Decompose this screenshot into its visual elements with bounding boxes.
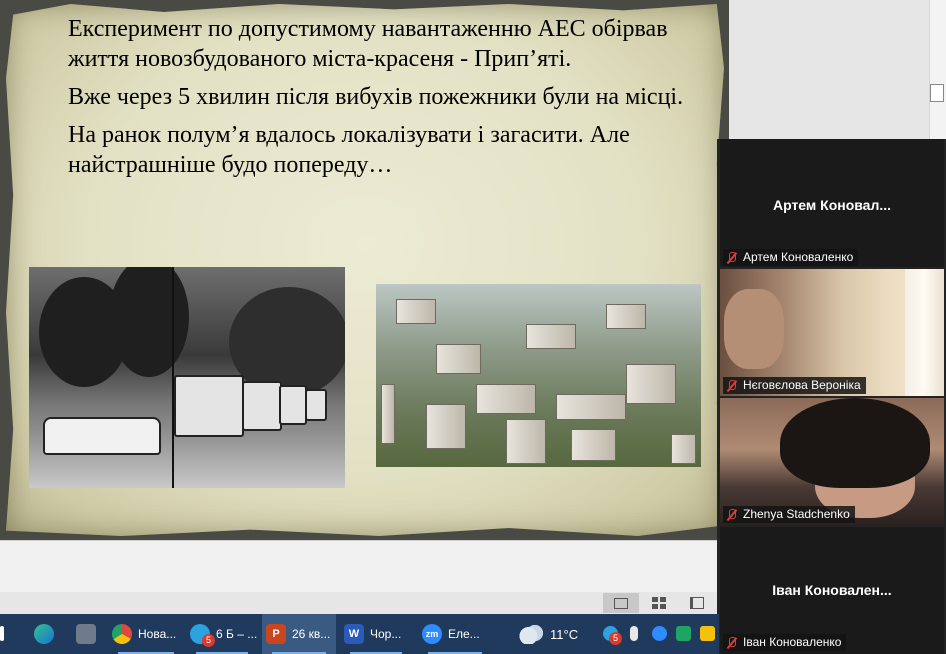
mic-muted-icon <box>726 508 738 521</box>
participant-name: Іван Коноваленко <box>743 635 842 649</box>
taskbar-label: 26 кв... <box>292 627 331 641</box>
photo-building <box>671 434 696 464</box>
slide-sorter-icon <box>652 597 666 609</box>
taskbar-zoom[interactable]: zm Еле... <box>418 614 492 654</box>
zoom-icon: zm <box>422 624 442 644</box>
notes-pane[interactable] <box>0 540 718 592</box>
slide-sorter-button[interactable] <box>641 593 677 613</box>
taskbar-label: Еле... <box>448 627 480 641</box>
photo-building <box>571 429 616 461</box>
evacuation-photo[interactable] <box>29 267 345 488</box>
participant-name-tag: Іван Коноваленко <box>723 634 847 651</box>
photo-building <box>436 344 481 374</box>
photo-building <box>426 404 466 449</box>
participant-name: Zhenya Stadchenko <box>743 507 850 521</box>
zoom-gallery-panel: Артем Коновал... Артем Коноваленко Нєгов… <box>717 139 946 654</box>
tray-unread-badge: 5 <box>609 632 622 645</box>
edge-browser-icon <box>34 624 54 644</box>
taskbar-chrome[interactable]: Нова... <box>108 614 184 654</box>
taskbar-powerpoint[interactable]: P 26 кв... <box>262 614 336 654</box>
participant-name-tag: Zhenya Stadchenko <box>723 506 855 523</box>
taskbar-edge[interactable] <box>28 614 60 654</box>
normal-view-button[interactable] <box>603 593 639 613</box>
scrollbar-thumb[interactable] <box>930 84 944 102</box>
slide-paragraph-2: Вже через 5 хвилин після вибухів пожежни… <box>68 84 684 110</box>
calculator-icon <box>76 624 96 644</box>
slide-paragraph-1: Експеримент по допустимому навантаженню … <box>68 16 668 72</box>
participant-name-tag: Нєговєлова Вероніка <box>723 377 866 394</box>
photo-seam <box>172 267 174 488</box>
photo-bus <box>242 381 282 431</box>
reading-view-icon <box>690 597 704 609</box>
security-shield-icon[interactable] <box>700 626 715 641</box>
tray-app-icon[interactable] <box>676 626 691 641</box>
photo-tree <box>109 267 189 377</box>
photo-building <box>626 364 676 404</box>
search-icon[interactable] <box>0 626 4 641</box>
photo-building <box>396 299 436 324</box>
pripyat-city-photo[interactable] <box>376 284 701 467</box>
weather-temperature: 11°C <box>550 626 579 642</box>
screen: Експеримент по допустимому навантаженню … <box>0 0 946 654</box>
normal-view-icon <box>614 597 628 609</box>
taskbar-word[interactable]: W Чор... <box>340 614 412 654</box>
photo-bus <box>305 389 327 421</box>
slide-paragraph-3: На ранок полум’я вдалось локалізувати і … <box>68 122 630 178</box>
taskbar-label: Нова... <box>138 627 177 641</box>
cloud-icon <box>518 624 544 644</box>
participant-display-name: Артем Коновал... <box>772 197 892 213</box>
photo-bus <box>174 375 244 437</box>
photo-building <box>506 419 546 464</box>
taskbar-calculator[interactable] <box>70 614 102 654</box>
photo-building <box>526 324 576 349</box>
mic-muted-icon <box>726 636 738 649</box>
photo-building <box>606 304 646 329</box>
participant-video-tile[interactable]: Нєговєлова Вероніка <box>720 269 944 396</box>
photo-building <box>381 384 395 444</box>
unread-badge: 5 <box>202 634 215 647</box>
participant-name: Артем Коноваленко <box>743 250 854 264</box>
mic-muted-icon <box>726 379 738 392</box>
participant-name: Нєговєлова Вероніка <box>743 378 861 392</box>
participant-display-name: Іван Коновален... <box>772 582 892 598</box>
word-icon: W <box>344 624 364 644</box>
microphone-icon[interactable] <box>630 626 638 641</box>
participant-video-hair <box>780 398 930 488</box>
slide[interactable]: Експеримент по допустимому навантаженню … <box>0 0 729 540</box>
photo-bus <box>279 385 307 425</box>
participant-tile[interactable]: Іван Коновален... Іван Коноваленко <box>720 527 944 654</box>
photo-building <box>476 384 536 414</box>
powerpoint-icon: P <box>266 624 286 644</box>
tray-zoom-icon[interactable] <box>652 626 667 641</box>
slide-text-box[interactable]: Експеримент по допустимому навантаженню … <box>68 14 708 188</box>
participant-video-curtain <box>905 269 944 396</box>
photo-car <box>43 417 161 455</box>
photo-building <box>556 394 626 420</box>
participant-name-tag: Артем Коноваленко <box>723 249 859 266</box>
taskbar-weather[interactable]: 11°C <box>516 614 586 654</box>
taskbar-label: Чор... <box>370 627 402 641</box>
participant-tile[interactable]: Артем Коновал... Артем Коноваленко <box>720 139 944 267</box>
mic-muted-icon <box>726 251 738 264</box>
taskbar-telegram[interactable]: 5 6 Б – ... <box>186 614 258 654</box>
reading-view-button[interactable] <box>679 593 715 613</box>
participant-video-face <box>724 289 784 369</box>
taskbar-label: 6 Б – ... <box>216 627 258 641</box>
chrome-icon <box>112 624 132 644</box>
participant-video-tile[interactable]: Zhenya Stadchenko <box>720 398 944 525</box>
